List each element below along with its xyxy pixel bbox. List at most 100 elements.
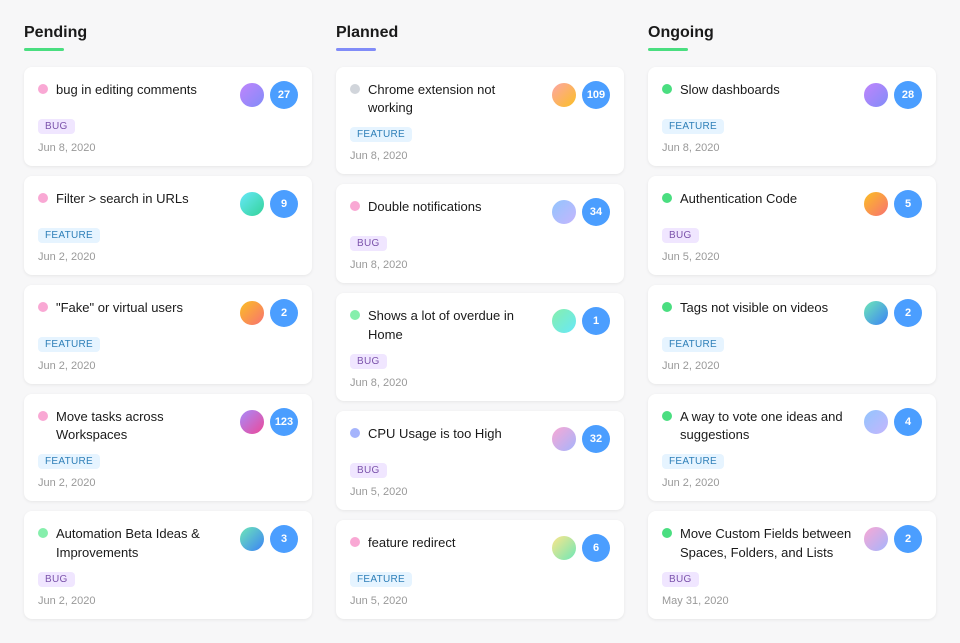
card-title-row: Tags not visible on videos (662, 299, 854, 317)
status-dot (38, 528, 48, 538)
card-top: Chrome extension not working 109 (350, 81, 610, 117)
card-right: 28 (862, 81, 922, 109)
card[interactable]: Double notifications34BUGJun 8, 2020 (336, 184, 624, 283)
card-right: 5 (862, 190, 922, 218)
status-dot (350, 310, 360, 320)
avatar (238, 408, 266, 436)
column-planned: Planned Chrome extension not working 109 FE… (336, 24, 624, 619)
status-dot (662, 528, 672, 538)
card-title-row: Double notifications (350, 198, 542, 216)
card-tag: BUG (38, 119, 75, 134)
card-title: Chrome extension not working (368, 81, 542, 117)
card-right: 27 (238, 81, 298, 109)
card-right: 1 (550, 307, 610, 335)
card[interactable]: Tags not visible on videos 2 FEATURE Jun 2,… (648, 285, 936, 384)
card-date: Jun 5, 2020 (662, 251, 922, 263)
count-badge: 4 (894, 408, 922, 436)
column-ongoing: OngoingSlow dashboards28FEATUREJun 8, 20… (648, 24, 936, 619)
column-underline-ongoing (648, 48, 688, 51)
status-dot (38, 302, 48, 312)
card-date: Jun 2, 2020 (38, 360, 298, 372)
column-pending: Pendingbug in editing comments27BUGJun 8… (24, 24, 312, 619)
column-header-ongoing: Ongoing (648, 24, 936, 51)
status-dot (350, 428, 360, 438)
card[interactable]: A way to vote one ideas and suggestions 4… (648, 394, 936, 501)
column-header-pending: Pending (24, 24, 312, 51)
card-title-row: Shows a lot of overdue in Home (350, 307, 542, 343)
count-badge: 3 (270, 525, 298, 553)
avatar (550, 534, 578, 562)
column-title-ongoing: Ongoing (648, 24, 936, 42)
card[interactable]: "Fake" or virtual users2FEATUREJun 2, 20… (24, 285, 312, 384)
column-underline-planned (336, 48, 376, 51)
column-title-planned: Planned (336, 24, 624, 42)
card-title: Automation Beta Ideas & Improvements (56, 525, 230, 561)
card-right: 109 (550, 81, 610, 109)
card-top: Double notifications 34 (350, 198, 610, 226)
card-tag: BUG (350, 463, 387, 478)
card-top: Automation Beta Ideas & Improvements 3 (38, 525, 298, 561)
card[interactable]: Move Custom Fields between Spaces, Folde… (648, 511, 936, 618)
card[interactable]: Authentication Code 5 BUG Jun 5, 2020 (648, 176, 936, 275)
card-top: Tags not visible on videos 2 (662, 299, 922, 327)
count-badge: 2 (894, 299, 922, 327)
card-tag: BUG (662, 228, 699, 243)
status-dot (662, 193, 672, 203)
card-right: 2 (862, 525, 922, 553)
count-badge: 9 (270, 190, 298, 218)
card-tag: BUG (662, 572, 699, 587)
card-top: bug in editing comments27 (38, 81, 298, 109)
card-date: Jun 8, 2020 (662, 142, 922, 154)
status-dot (662, 302, 672, 312)
card[interactable]: Move tasks across Workspaces123FEATUREJu… (24, 394, 312, 501)
avatar (550, 198, 578, 226)
status-dot (38, 84, 48, 94)
card-right: 2 (238, 299, 298, 327)
card-tag: FEATURE (662, 454, 724, 469)
avatar (238, 525, 266, 553)
avatar (238, 190, 266, 218)
card-right: 34 (550, 198, 610, 226)
status-dot (38, 411, 48, 421)
status-dot (38, 193, 48, 203)
card-tag: FEATURE (662, 119, 724, 134)
card[interactable]: feature redirect6FEATUREJun 5, 2020 (336, 520, 624, 619)
card[interactable]: bug in editing comments27BUGJun 8, 2020 (24, 67, 312, 166)
card-tag: FEATURE (38, 454, 100, 469)
avatar (550, 425, 578, 453)
column-header-planned: Planned (336, 24, 624, 51)
card-date: Jun 2, 2020 (662, 360, 922, 372)
avatar (238, 81, 266, 109)
avatar (550, 307, 578, 335)
card-top: A way to vote one ideas and suggestions 4 (662, 408, 922, 444)
count-badge: 28 (894, 81, 922, 109)
cards-list-planned: Chrome extension not working 109 FEATURE Ju… (336, 67, 624, 619)
card-date: Jun 8, 2020 (350, 377, 610, 389)
status-dot (662, 411, 672, 421)
card-tag: FEATURE (662, 337, 724, 352)
card[interactable]: Shows a lot of overdue in Home1BUGJun 8,… (336, 293, 624, 400)
avatar (238, 299, 266, 327)
card-tag: FEATURE (350, 127, 412, 142)
cards-list-pending: bug in editing comments27BUGJun 8, 2020F… (24, 67, 312, 619)
card[interactable]: Chrome extension not working 109 FEATURE Ju… (336, 67, 624, 174)
card-right: 6 (550, 534, 610, 562)
card-title-row: Authentication Code (662, 190, 854, 208)
card-date: Jun 5, 2020 (350, 595, 610, 607)
card-date: Jun 2, 2020 (38, 595, 298, 607)
card[interactable]: CPU Usage is too High32BUGJun 5, 2020 (336, 411, 624, 510)
count-badge: 6 (582, 534, 610, 562)
card-date: Jun 8, 2020 (350, 150, 610, 162)
card-right: 2 (862, 299, 922, 327)
status-dot (350, 84, 360, 94)
card-top: Shows a lot of overdue in Home 1 (350, 307, 610, 343)
card-date: Jun 2, 2020 (38, 477, 298, 489)
card[interactable]: Automation Beta Ideas & Improvements3BUG… (24, 511, 312, 618)
card[interactable]: Filter > search in URLs9FEATUREJun 2, 20… (24, 176, 312, 275)
card-right: 32 (550, 425, 610, 453)
card-date: Jun 2, 2020 (662, 477, 922, 489)
card-title-row: Chrome extension not working (350, 81, 542, 117)
card-title: A way to vote one ideas and suggestions (680, 408, 854, 444)
card-tag: FEATURE (38, 228, 100, 243)
card[interactable]: Slow dashboards28FEATUREJun 8, 2020 (648, 67, 936, 166)
